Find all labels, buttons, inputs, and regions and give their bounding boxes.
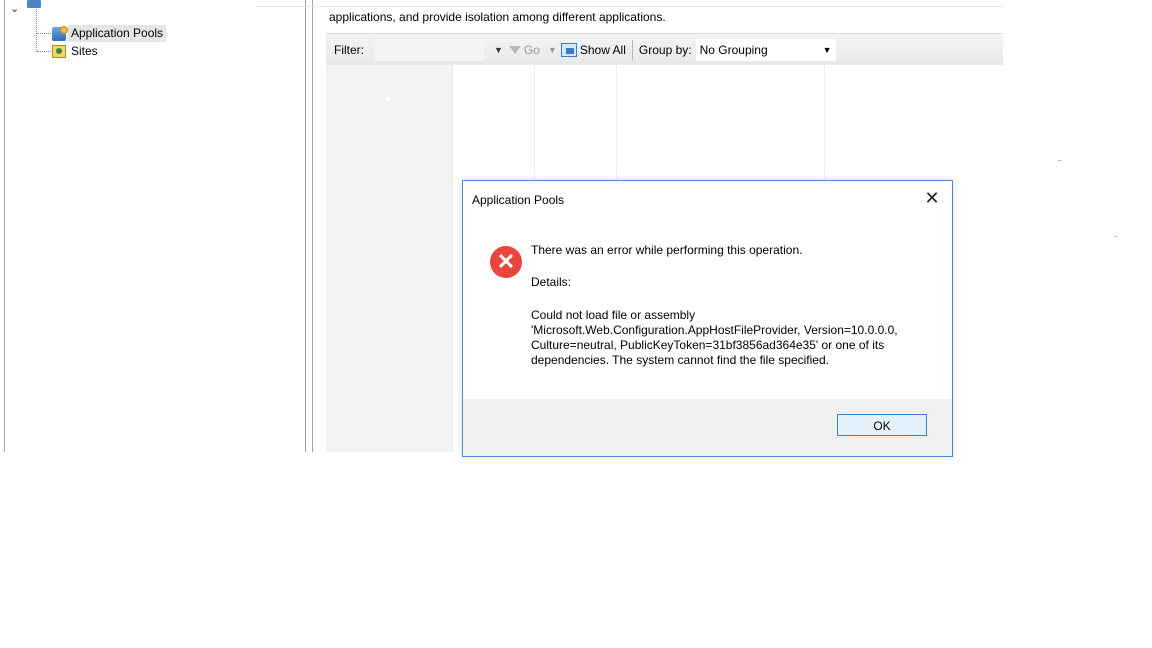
dialog-footer: OK — [463, 399, 952, 456]
error-message: There was an error while performing this… — [531, 243, 803, 257]
tree-item-sites[interactable]: Sites — [52, 43, 101, 60]
details-line: Culture=neutral, PublicKeyToken=31bf3856… — [531, 338, 885, 352]
error-details: Could not load file or assembly 'Microso… — [531, 308, 901, 368]
show-all-icon — [560, 42, 577, 57]
description-line: applications, and provide isolation amon… — [329, 10, 666, 24]
go-button[interactable]: Go — [508, 42, 540, 57]
tree-connector — [36, 9, 37, 52]
sites-icon — [52, 45, 66, 58]
tree-item-application-pools[interactable]: Application Pools — [52, 25, 167, 42]
list-column — [326, 65, 453, 452]
filter-toolbar: Filter: ▼ Go ▼ Show All Group by: No Gro… — [326, 33, 1003, 66]
app-pools-icon — [52, 25, 68, 41]
tree-border — [4, 0, 5, 452]
group-by-label: Group by: — [638, 42, 692, 57]
tree-item-label: Application Pools — [68, 25, 167, 42]
details-line: dependencies. The system cannot find the… — [531, 353, 829, 367]
funnel-icon — [508, 45, 521, 54]
details-label: Details: — [531, 275, 572, 289]
ok-button[interactable]: OK — [837, 414, 927, 436]
close-icon[interactable]: ✕ — [920, 186, 944, 210]
filter-input[interactable] — [374, 38, 484, 61]
go-label: Go — [523, 42, 540, 57]
pane-splitter[interactable] — [305, 0, 314, 452]
chevron-down-icon: ▼ — [822, 44, 832, 55]
dialog-title: Application Pools — [472, 193, 565, 207]
toolbar-separator — [631, 39, 633, 60]
show-all-label: Show All — [579, 42, 626, 57]
artifact — [1058, 160, 1061, 161]
server-icon — [27, 0, 41, 8]
page-description: applications, and provide isolation amon… — [329, 0, 1009, 25]
tree-connector — [37, 33, 51, 34]
details-line: 'Microsoft.Web.Configuration.AppHostFile… — [531, 323, 898, 337]
tree-item-label: Sites — [71, 44, 98, 58]
details-line: Could not load file or assembly — [531, 308, 696, 322]
connections-tree: ⌄ Application Pools Sites — [0, 0, 305, 452]
group-by-select[interactable]: No Grouping ▼ — [695, 38, 836, 61]
list-marker — [386, 97, 390, 101]
description-clipped-line — [329, 0, 1009, 10]
filter-label: Filter: — [334, 42, 364, 57]
group-by-value: No Grouping — [699, 42, 768, 57]
filter-dropdown-arrow-icon[interactable]: ▼ — [494, 45, 503, 55]
artifact — [1114, 236, 1117, 237]
chevron-down-icon[interactable]: ⌄ — [10, 2, 19, 15]
error-dialog: Application Pools ✕ ✕ There was an error… — [462, 180, 953, 457]
show-all-button[interactable]: Show All — [560, 42, 626, 57]
error-icon: ✕ — [490, 246, 522, 278]
go-dropdown-arrow-icon[interactable]: ▼ — [548, 45, 557, 55]
tree-connector — [37, 51, 51, 52]
